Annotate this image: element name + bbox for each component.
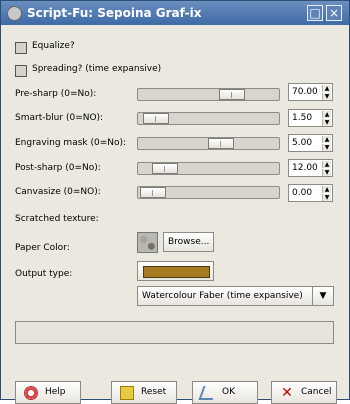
app-icon	[7, 6, 22, 21]
reset-button[interactable]: Reset	[111, 381, 177, 404]
spin-down-icon[interactable]: ▼	[322, 93, 331, 100]
cancel-button[interactable]: ✕ Cancel	[271, 381, 337, 404]
paper-color-label: Paper Color:	[15, 243, 70, 253]
smart-blur-label: Smart-blur (0=NO):	[15, 113, 104, 123]
spin-up-icon[interactable]: ▲	[322, 136, 331, 143]
canvasize-spinbox[interactable]: 0.00 ▲ ▼	[288, 184, 333, 202]
smart-blur-value: 1.50	[292, 113, 313, 123]
browse-label: Browse...	[168, 237, 210, 247]
spin-down-icon[interactable]: ▼	[322, 169, 331, 176]
progress-bar	[15, 321, 334, 344]
smart-blur-thumb[interactable]	[143, 113, 169, 124]
pre-sharp-spinbox[interactable]: 70.00 ▲ ▼	[288, 83, 333, 101]
paper-color-swatch	[143, 266, 210, 278]
window-title: Script-Fu: Sepoina Graf-ix	[27, 6, 202, 20]
browse-button[interactable]: Browse...	[163, 232, 214, 252]
engraving-mask-value: 5.00	[292, 138, 313, 148]
script-fu-dialog: Script-Fu: Sepoina Graf-ix □ × Equalize?…	[0, 0, 350, 404]
close-button[interactable]: ×	[326, 5, 342, 21]
output-type-select[interactable]: Watercolour Faber (time expansive) ▼	[137, 286, 334, 306]
help-label: Help	[45, 387, 66, 397]
spin-up-icon[interactable]: ▲	[322, 161, 331, 168]
smart-blur-slider[interactable]	[137, 112, 280, 125]
spin-down-icon[interactable]: ▼	[322, 144, 331, 151]
reset-label: Reset	[141, 387, 167, 397]
ok-icon	[198, 386, 218, 400]
spreading-checkbox[interactable]	[15, 65, 27, 77]
cancel-label: Cancel	[301, 387, 332, 397]
output-type-value: Watercolour Faber (time expansive)	[142, 291, 303, 301]
smart-blur-spinbox[interactable]: 1.50 ▲ ▼	[288, 109, 333, 127]
ok-label: OK	[222, 387, 235, 397]
dialog-content: Equalize? Spreading? (time expansive) Pr…	[1, 25, 349, 404]
pre-sharp-value: 70.00	[292, 87, 318, 97]
reset-icon	[120, 386, 134, 400]
canvasize-label: Canvasize (0=NO):	[15, 187, 101, 197]
cancel-icon: ✕	[281, 385, 293, 401]
spreading-label: Spreading? (time expansive)	[32, 64, 162, 74]
post-sharp-slider[interactable]	[137, 162, 280, 175]
help-icon	[24, 386, 38, 400]
scratched-texture-label: Scratched texture:	[15, 214, 99, 224]
canvasize-value: 0.00	[292, 188, 313, 198]
engraving-mask-label: Engraving mask (0=No):	[15, 138, 127, 148]
canvasize-thumb[interactable]	[140, 187, 166, 198]
post-sharp-label: Post-sharp (0=No):	[15, 163, 101, 173]
paper-color-button[interactable]	[137, 261, 214, 281]
help-button[interactable]: Help	[15, 381, 81, 404]
equalize-checkbox[interactable]	[15, 42, 27, 54]
spin-up-icon[interactable]: ▲	[322, 186, 331, 193]
texture-preview[interactable]	[137, 232, 158, 253]
engraving-mask-spinbox[interactable]: 5.00 ▲ ▼	[288, 134, 333, 152]
engraving-mask-thumb[interactable]	[208, 138, 234, 149]
ok-button[interactable]: OK	[192, 381, 258, 404]
post-sharp-value: 12.00	[292, 163, 318, 173]
maximize-button[interactable]: □	[307, 5, 323, 21]
equalize-label: Equalize?	[32, 41, 75, 51]
pre-sharp-slider[interactable]	[137, 88, 280, 101]
pre-sharp-thumb[interactable]	[219, 89, 245, 100]
spin-up-icon[interactable]: ▲	[322, 111, 331, 118]
spin-up-icon[interactable]: ▲	[322, 85, 331, 92]
post-sharp-spinbox[interactable]: 12.00 ▲ ▼	[288, 159, 333, 177]
titlebar: Script-Fu: Sepoina Graf-ix □ ×	[1, 1, 349, 25]
spin-down-icon[interactable]: ▼	[322, 194, 331, 201]
chevron-down-icon[interactable]: ▼	[312, 287, 333, 305]
post-sharp-thumb[interactable]	[152, 163, 178, 174]
pre-sharp-label: Pre-sharp (0=No):	[15, 89, 97, 99]
canvasize-slider[interactable]	[137, 186, 280, 199]
spin-down-icon[interactable]: ▼	[322, 119, 331, 126]
output-type-label: Output type:	[15, 269, 73, 279]
engraving-mask-slider[interactable]	[137, 137, 280, 150]
